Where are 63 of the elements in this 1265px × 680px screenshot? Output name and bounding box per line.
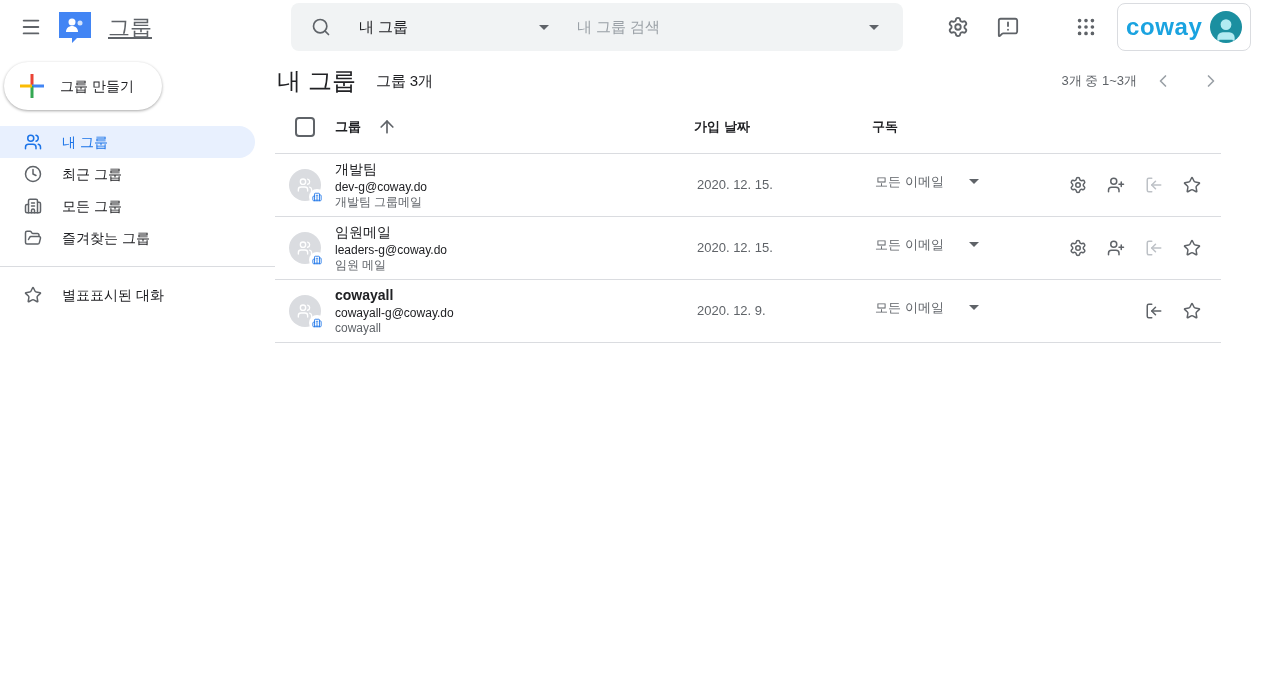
subscription-dropdown[interactable]: 모든 이메일 [875, 235, 979, 255]
people-icon [24, 133, 42, 151]
group-avatar-icon [289, 169, 321, 201]
groups-logo-icon [58, 10, 92, 44]
folder-icon [24, 229, 42, 247]
avatar-icon [1210, 11, 1242, 43]
column-header[interactable]: 구독 [872, 116, 898, 137]
nav-item[interactable]: 즐겨찾는 그룹 [0, 222, 255, 254]
add-member-icon[interactable] [1107, 239, 1125, 257]
caret-icon [969, 305, 979, 311]
settings-icon[interactable] [1069, 176, 1087, 194]
group-avatar-icon [289, 232, 321, 264]
pagination-text: 3개 중 1~3개 [1061, 72, 1137, 91]
group-email: dev-g@coway.do [335, 179, 428, 195]
nav-item[interactable]: 최근 그룹 [0, 158, 255, 190]
settings-icon[interactable] [1069, 239, 1087, 257]
group-email: leaders-g@coway.do [335, 242, 448, 258]
scope-dropdown[interactable]: 내 그룹 [359, 15, 549, 39]
plus-icon [20, 74, 44, 98]
star-icon [24, 286, 42, 304]
group-name: cowayall [335, 287, 395, 303]
group-description: cowayall [335, 321, 383, 335]
feedback-icon[interactable] [997, 16, 1019, 38]
group-name: 임원메일 [335, 224, 392, 240]
group-description: 임원 메일 [335, 258, 388, 272]
page-title: 내 그룹 [277, 66, 356, 96]
subscription-dropdown[interactable]: 모든 이메일 [875, 298, 979, 318]
nav-item[interactable]: 별표표시된 대화 [0, 279, 255, 311]
caret-icon [969, 242, 979, 248]
clock-icon [24, 165, 42, 183]
star-icon[interactable] [1183, 302, 1201, 320]
group-row[interactable]: 임원메일 leaders-g@coway.do 임원 메일 2020. 12. 15. 모든 이메일 [275, 217, 1221, 280]
join-date: 2020. 12. 15. [697, 239, 774, 258]
column-header[interactable]: 그룹 [335, 116, 361, 137]
join-date: 2020. 12. 9. [697, 302, 767, 321]
group-row[interactable]: 개발팀 dev-g@coway.do 개발팀 그룹메일 2020. 12. 15. 모든 이메일 [275, 154, 1221, 217]
caret-icon [969, 179, 979, 185]
group-count: 그룹 3개 [375, 70, 434, 91]
company-logo: coway [1126, 12, 1203, 42]
search-options-icon [869, 24, 879, 30]
search-icon[interactable] [311, 17, 331, 37]
group-description: 개발팀 그룹메일 [335, 195, 424, 209]
caret-icon [539, 24, 549, 30]
apps-icon[interactable] [1075, 16, 1097, 38]
nav-item[interactable]: 모든 그룹 [0, 190, 255, 222]
group-email: cowayall-g@coway.do [335, 305, 455, 321]
group-avatar-icon [289, 295, 321, 327]
settings-icon[interactable] [947, 16, 969, 38]
group-name: 개발팀 [335, 161, 378, 177]
nav-item[interactable]: 내 그룹 [0, 126, 255, 158]
building-icon [24, 197, 42, 215]
star-icon[interactable] [1183, 176, 1201, 194]
join-date: 2020. 12. 15. [697, 176, 774, 195]
select-all-checkbox[interactable] [295, 116, 315, 137]
search-field[interactable]: 내 그룹 검색 [577, 15, 869, 39]
group-row[interactable]: cowayall cowayall-g@coway.do cowayall 2020. 12. 9. 모든 이메일 [275, 280, 1221, 343]
star-icon[interactable] [1183, 239, 1201, 257]
subscription-dropdown[interactable]: 모든 이메일 [875, 172, 979, 192]
add-member-icon[interactable] [1107, 176, 1125, 194]
column-header[interactable]: 가입 날짜 [694, 116, 872, 137]
create-group-button[interactable]: 그룹 만들기 [4, 62, 162, 110]
app-name[interactable]: 그룹 [108, 10, 152, 44]
leave-group-icon[interactable] [1145, 302, 1163, 320]
